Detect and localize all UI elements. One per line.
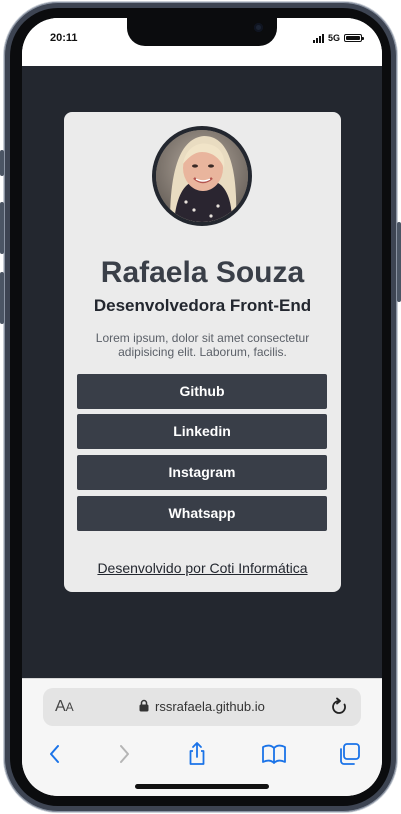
lock-icon [139,699,149,717]
github-button[interactable]: Github [77,374,327,409]
text-size-button[interactable]: AA [55,698,74,716]
volume-down-button [0,272,4,324]
silent-switch [0,150,4,176]
forward-icon[interactable] [111,741,137,767]
signal-icon [312,33,324,43]
footer-credit-link[interactable]: Desenvolvido por Coti Informática [64,560,341,576]
tabs-icon[interactable] [337,741,363,767]
power-button [397,222,401,302]
avatar [152,126,252,226]
text-size-label-large: A [55,698,66,715]
web-page: Rafaela Souza Desenvolvedora Front-End L… [22,66,382,678]
battery-icon [344,34,364,42]
status-bar: 20:11 5G [22,18,382,66]
bookmarks-icon[interactable] [261,741,287,767]
profile-role: Desenvolvedora Front-End [93,296,312,315]
status-time: 20:11 [50,32,78,44]
linkedin-button[interactable]: Linkedin [77,414,327,449]
browser-toolbar: AA rssrafaela.github.io [22,678,382,796]
volume-up-button [0,202,4,254]
profile-bio: Lorem ipsum, dolor sit amet consectetur … [95,331,310,359]
profile-name: Rafaela Souza [100,256,305,289]
profile-card: Rafaela Souza Desenvolvedora Front-End L… [64,112,341,592]
back-icon[interactable] [42,741,68,767]
profile-photo [156,130,248,222]
whatsapp-button[interactable]: Whatsapp [77,496,327,531]
browser-nav-row [22,741,382,767]
phone-screen: 20:11 5G Rafaela Souza Desenvolvedora Fr… [22,18,382,796]
url-text[interactable]: rssrafaela.github.io [155,699,265,714]
instagram-button[interactable]: Instagram [77,455,327,490]
network-type: 5G [327,33,340,43]
status-indicators: 5G [312,33,364,43]
share-icon[interactable] [184,741,210,767]
address-bar[interactable]: AA rssrafaela.github.io [43,688,361,726]
text-size-label-small: A [65,700,74,714]
front-camera [254,23,263,32]
notch [127,18,277,46]
reload-icon[interactable] [331,697,349,722]
home-indicator[interactable] [135,784,269,789]
